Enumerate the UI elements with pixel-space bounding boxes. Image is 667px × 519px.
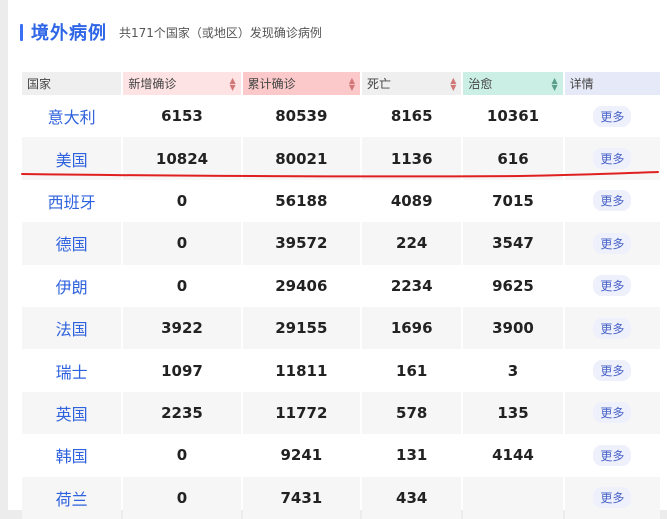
table-row: 英国 2235 11772 578 135 更多 [22, 391, 660, 435]
new-confirmed-cell: 0 [123, 222, 241, 265]
total-confirmed-cell: 9241 [242, 434, 361, 477]
column-header-total-confirmed[interactable]: 累计确诊 ▲ ▼ [242, 72, 361, 95]
details-cell: 更多 [564, 391, 660, 435]
cured-cell: 9625 [463, 264, 563, 307]
new-confirmed-cell: 0 [123, 179, 241, 223]
section-title: 境外病例 [31, 23, 107, 44]
more-button[interactable]: 更多 [593, 232, 632, 254]
deaths-cell: 1696 [362, 306, 462, 350]
table-row: 瑞士 1097 11811 161 3 更多 [22, 349, 660, 392]
total-confirmed-cell: 29406 [242, 264, 361, 307]
more-button[interactable]: 更多 [593, 360, 632, 382]
country-cell: 法国 [22, 306, 122, 350]
cured-cell [463, 476, 563, 519]
details-cell: 更多 [564, 95, 660, 138]
more-button[interactable]: 更多 [593, 444, 632, 466]
cured-cell: 135 [463, 391, 563, 435]
details-cell: 更多 [564, 222, 660, 265]
details-cell: 更多 [564, 179, 660, 223]
details-cell: 更多 [564, 306, 660, 350]
column-header-country: 国家 [22, 72, 122, 95]
deaths-cell: 224 [362, 222, 462, 265]
more-button[interactable]: 更多 [593, 148, 632, 170]
new-confirmed-cell: 0 [123, 264, 241, 307]
total-confirmed-cell: 39572 [242, 222, 361, 265]
new-confirmed-cell: 2235 [123, 391, 241, 435]
details-cell: 更多 [564, 476, 660, 519]
more-button[interactable]: 更多 [593, 487, 632, 509]
more-button[interactable]: 更多 [593, 317, 632, 339]
new-confirmed-cell: 0 [123, 434, 241, 477]
table-row: 德国 0 39572 224 3547 更多 [22, 222, 660, 265]
country-cell: 英国 [22, 391, 122, 435]
total-confirmed-cell: 56188 [242, 179, 361, 223]
more-button[interactable]: 更多 [593, 190, 632, 212]
details-cell: 更多 [564, 349, 660, 392]
total-confirmed-cell: 29155 [242, 306, 361, 350]
new-confirmed-cell: 3922 [123, 306, 241, 350]
sort-icon[interactable]: ▲ ▼ [450, 76, 456, 91]
deaths-cell: 4089 [362, 179, 462, 223]
annotation-underline [21, 171, 659, 178]
table-row: 韩国 0 9241 131 4144 更多 [22, 434, 660, 477]
country-cell: 意大利 [22, 95, 122, 138]
total-confirmed-cell: 11811 [242, 349, 361, 392]
new-confirmed-cell: 6153 [123, 95, 241, 138]
total-confirmed-cell: 80539 [242, 95, 361, 138]
details-cell: 更多 [564, 264, 660, 307]
deaths-cell: 434 [362, 476, 462, 519]
table-row: 荷兰 0 7431 434 更多 [22, 476, 660, 519]
deaths-cell: 578 [362, 391, 462, 435]
cured-cell: 3 [463, 349, 563, 392]
more-button[interactable]: 更多 [593, 105, 632, 127]
more-button[interactable]: 更多 [593, 402, 632, 424]
country-cell: 德国 [22, 222, 122, 265]
deaths-cell: 161 [362, 349, 462, 392]
section-subtitle: 共171个国家（或地区）发现确诊病例 [119, 25, 322, 40]
column-header-new-confirmed[interactable]: 新增确诊 ▲ ▼ [123, 72, 241, 95]
sort-icon[interactable]: ▲ ▼ [230, 76, 236, 91]
section-header: 境外病例 共171个国家（或地区）发现确诊病例 [20, 18, 322, 46]
country-cell: 西班牙 [22, 179, 122, 223]
details-cell: 更多 [564, 434, 660, 477]
cured-cell: 7015 [463, 179, 563, 223]
foreign-cases-panel: 境外病例 共171个国家（或地区）发现确诊病例 国家 新增确诊 ▲ ▼ 累计确诊 ▲ ▼… [8, 0, 667, 519]
table-row: 意大利 6153 80539 8165 10361 更多 [22, 95, 660, 138]
sort-icon[interactable]: ▲ ▼ [349, 76, 355, 91]
total-confirmed-cell: 7431 [242, 476, 361, 519]
table-row: 法国 3922 29155 1696 3900 更多 [22, 306, 660, 350]
cured-cell: 3547 [463, 222, 563, 265]
sort-icon[interactable]: ▲ ▼ [552, 76, 558, 91]
column-header-cured[interactable]: 治愈 ▲ ▼ [463, 72, 563, 95]
table-row: 西班牙 0 56188 4089 7015 更多 [22, 179, 660, 223]
cured-cell: 4144 [463, 434, 563, 477]
cured-cell: 10361 [463, 95, 563, 138]
country-cell: 伊朗 [22, 264, 122, 307]
table-header-row: 国家 新增确诊 ▲ ▼ 累计确诊 ▲ ▼ 死亡 ▲ ▼ 治愈 ▲ ▼ 详情 [22, 72, 660, 95]
new-confirmed-cell: 1097 [123, 349, 241, 392]
column-header-details: 详情 [564, 72, 660, 95]
country-cell: 荷兰 [22, 476, 122, 519]
new-confirmed-cell: 0 [123, 476, 241, 519]
country-cell: 瑞士 [22, 349, 122, 392]
deaths-cell: 2234 [362, 264, 462, 307]
cases-table: 国家 新增确诊 ▲ ▼ 累计确诊 ▲ ▼ 死亡 ▲ ▼ 治愈 ▲ ▼ 详情 意大利 6153 805… [20, 72, 662, 519]
total-confirmed-cell: 11772 [242, 391, 361, 435]
more-button[interactable]: 更多 [593, 275, 632, 297]
cured-cell: 3900 [463, 306, 563, 350]
deaths-cell: 8165 [362, 95, 462, 138]
deaths-cell: 131 [362, 434, 462, 477]
table-row: 伊朗 0 29406 2234 9625 更多 [22, 264, 660, 307]
column-header-deaths[interactable]: 死亡 ▲ ▼ [362, 72, 462, 95]
header-accent-bar [20, 23, 23, 41]
table-body: 意大利 6153 80539 8165 10361 更多 美国 10824 80021 1136 6… [22, 95, 660, 519]
country-cell: 韩国 [22, 434, 122, 477]
